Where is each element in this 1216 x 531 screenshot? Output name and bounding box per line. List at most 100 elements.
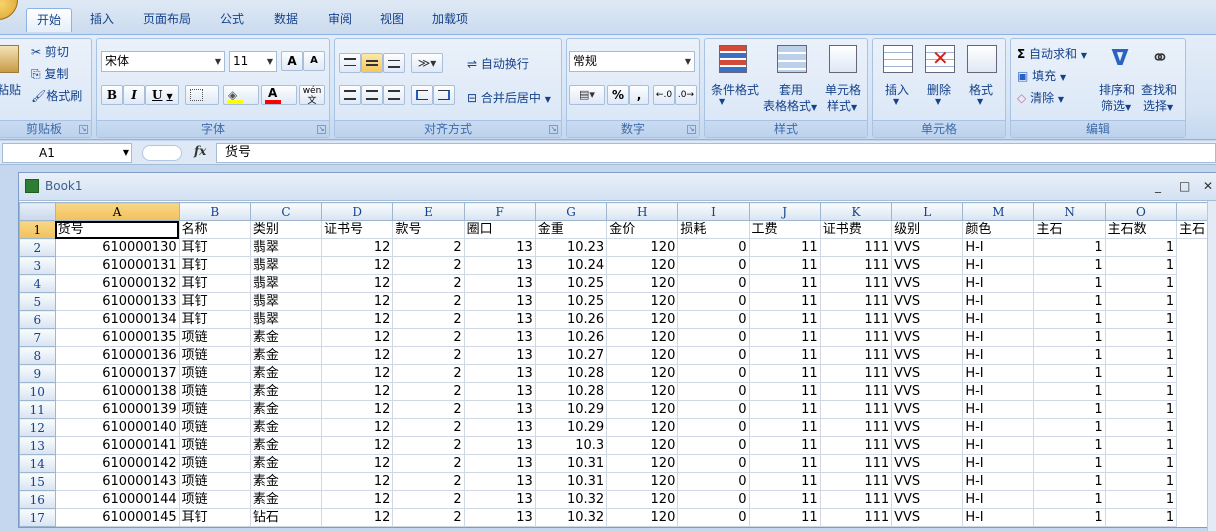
cell[interactable]: 素金: [250, 455, 321, 473]
row-header[interactable]: 9: [20, 365, 56, 383]
cell[interactable]: H-I: [963, 347, 1034, 365]
cell[interactable]: 111: [820, 293, 891, 311]
cell[interactable]: 0: [678, 437, 749, 455]
cell[interactable]: 素金: [250, 329, 321, 347]
cell[interactable]: 翡翠: [250, 311, 321, 329]
cell[interactable]: 13: [464, 239, 535, 257]
cell[interactable]: 1: [1105, 275, 1176, 293]
cell[interactable]: 2: [393, 257, 464, 275]
cell[interactable]: 11: [749, 455, 820, 473]
cell[interactable]: 1: [1034, 473, 1105, 491]
grow-font-button[interactable]: A: [281, 51, 303, 71]
cell[interactable]: 10.27: [535, 347, 606, 365]
cell[interactable]: 工费: [749, 221, 820, 239]
cell[interactable]: 120: [607, 419, 678, 437]
cell[interactable]: 颜色: [963, 221, 1034, 239]
cell[interactable]: 13: [464, 311, 535, 329]
align-center-button[interactable]: [361, 85, 383, 105]
cell[interactable]: 610000144: [55, 491, 179, 509]
cell[interactable]: 12: [322, 347, 393, 365]
minimize-button[interactable]: _: [1155, 179, 1161, 193]
cell[interactable]: 610000131: [55, 257, 179, 275]
cell[interactable]: 翡翠: [250, 293, 321, 311]
cell[interactable]: 1: [1034, 455, 1105, 473]
row-header[interactable]: 7: [20, 329, 56, 347]
tab-formulas[interactable]: 公式: [212, 8, 252, 32]
cell[interactable]: 1: [1034, 491, 1105, 509]
cell[interactable]: 耳钉: [179, 257, 250, 275]
cell[interactable]: 1: [1034, 401, 1105, 419]
cell[interactable]: 2: [393, 275, 464, 293]
cell[interactable]: 1: [1034, 257, 1105, 275]
row-header[interactable]: 1: [20, 221, 56, 239]
cell[interactable]: 111: [820, 401, 891, 419]
cell[interactable]: 项链: [179, 383, 250, 401]
cell[interactable]: 120: [607, 329, 678, 347]
cell[interactable]: 2: [393, 437, 464, 455]
align-top-button[interactable]: [339, 53, 361, 73]
cell[interactable]: 2: [393, 293, 464, 311]
decrease-indent-button[interactable]: [411, 85, 433, 105]
cell[interactable]: 120: [607, 293, 678, 311]
tab-view[interactable]: 视图: [372, 8, 412, 32]
column-header[interactable]: F: [464, 203, 535, 221]
cell[interactable]: 素金: [250, 401, 321, 419]
cell[interactable]: 2: [393, 491, 464, 509]
cell[interactable]: 1: [1105, 509, 1176, 527]
cell[interactable]: H-I: [963, 239, 1034, 257]
autosum-button[interactable]: Σ 自动求和 ▼: [1017, 45, 1087, 62]
cell[interactable]: 0: [678, 473, 749, 491]
cell[interactable]: 2: [393, 329, 464, 347]
tab-insert[interactable]: 插入: [82, 8, 122, 32]
cell[interactable]: 主石: [1034, 221, 1105, 239]
cell[interactable]: 1: [1105, 491, 1176, 509]
cell[interactable]: 120: [607, 491, 678, 509]
cell[interactable]: VVS: [892, 437, 963, 455]
cell[interactable]: VVS: [892, 239, 963, 257]
cell[interactable]: 1: [1034, 329, 1105, 347]
cell[interactable]: 1: [1105, 401, 1176, 419]
cell[interactable]: 11: [749, 347, 820, 365]
cell[interactable]: 0: [678, 329, 749, 347]
phonetic-button[interactable]: wén文: [299, 85, 325, 105]
cell[interactable]: 0: [678, 311, 749, 329]
cell[interactable]: 项链: [179, 473, 250, 491]
align-bottom-button[interactable]: [383, 53, 405, 73]
percent-button[interactable]: %: [607, 85, 629, 105]
cell[interactable]: 13: [464, 329, 535, 347]
cell[interactable]: 610000136: [55, 347, 179, 365]
cell[interactable]: 耳钉: [179, 293, 250, 311]
merge-center-button[interactable]: ⊟ 合并后居中 ▼: [467, 89, 551, 106]
cell[interactable]: 1: [1034, 437, 1105, 455]
cell[interactable]: 10.23: [535, 239, 606, 257]
bold-button[interactable]: B: [101, 85, 123, 105]
cell[interactable]: 11: [749, 473, 820, 491]
cell[interactable]: 翡翠: [250, 239, 321, 257]
cell[interactable]: 0: [678, 491, 749, 509]
format-cells-button[interactable]: 格式: [969, 81, 993, 98]
cell[interactable]: 610000143: [55, 473, 179, 491]
close-icon[interactable]: ✕: [1203, 179, 1213, 193]
cell[interactable]: 13: [464, 455, 535, 473]
cell[interactable]: 11: [749, 401, 820, 419]
cell[interactable]: 1: [1034, 347, 1105, 365]
cell[interactable]: H-I: [963, 437, 1034, 455]
cell[interactable]: 10.32: [535, 491, 606, 509]
column-header[interactable]: B: [179, 203, 250, 221]
cell[interactable]: 610000130: [55, 239, 179, 257]
cell[interactable]: 12: [322, 491, 393, 509]
column-header[interactable]: A: [55, 203, 179, 221]
find-select-button-line2[interactable]: 选择▼: [1143, 97, 1173, 114]
accounting-format-button[interactable]: ▤▾: [569, 85, 605, 105]
cell[interactable]: 12: [322, 239, 393, 257]
cell[interactable]: H-I: [963, 275, 1034, 293]
cell[interactable]: 名称: [179, 221, 250, 239]
cell[interactable]: 素金: [250, 383, 321, 401]
row-header[interactable]: 5: [20, 293, 56, 311]
cell[interactable]: 素金: [250, 419, 321, 437]
cell[interactable]: 10.25: [535, 275, 606, 293]
column-header[interactable]: G: [535, 203, 606, 221]
increase-decimal-button[interactable]: ←.0: [653, 85, 675, 105]
row-header[interactable]: 3: [20, 257, 56, 275]
cell[interactable]: 13: [464, 257, 535, 275]
